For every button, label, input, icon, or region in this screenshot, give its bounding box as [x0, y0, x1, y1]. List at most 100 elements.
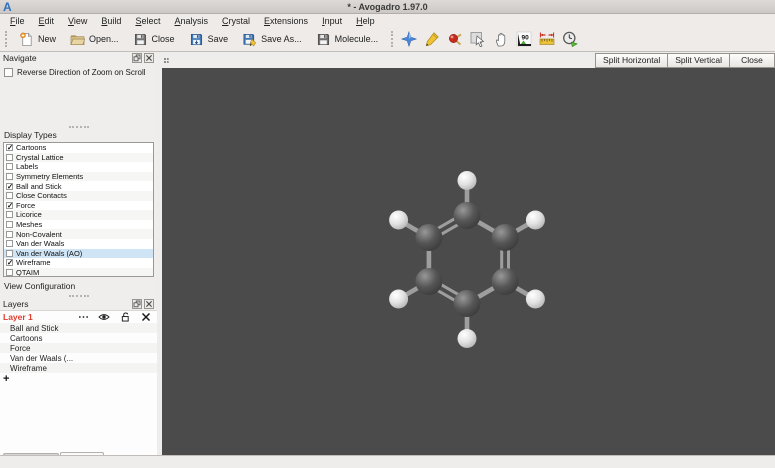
display-type-checkbox[interactable] — [6, 211, 13, 219]
menu-help[interactable]: Help — [349, 15, 382, 27]
display-type-checkbox[interactable] — [6, 269, 13, 276]
display-type-checkbox[interactable]: ✓ — [6, 182, 13, 190]
display-type-checkbox[interactable] — [6, 221, 13, 229]
display-type-van-der-waals-ao[interactable]: Van der Waals (AO) — [4, 248, 153, 259]
display-type-checkbox[interactable] — [6, 173, 13, 181]
toolbar-drag-handle[interactable] — [5, 31, 9, 47]
display-type-checkbox[interactable]: ✓ — [6, 202, 13, 209]
display-type-wireframe[interactable]: ✓ Wireframe — [4, 258, 153, 268]
display-type-checkbox[interactable] — [6, 192, 13, 200]
display-type-qtaim[interactable]: QTAIM — [4, 267, 153, 277]
select-tool-button[interactable] — [467, 29, 489, 50]
align-tool-icon — [539, 31, 555, 47]
layer-visibility-button[interactable] — [98, 312, 110, 322]
manipulate-tool-button[interactable] — [490, 29, 512, 50]
split-vertical-button[interactable]: Split Vertical — [667, 52, 729, 68]
carbon-atom — [415, 268, 443, 295]
button-label: Save — [207, 34, 229, 44]
animation-tool-button[interactable] — [559, 29, 581, 50]
display-type-close-contacts[interactable]: Close Contacts — [4, 190, 153, 201]
layer-item-cartoons[interactable]: Cartoons — [0, 333, 157, 343]
menu-select[interactable]: Select — [128, 15, 167, 27]
layer-item-van-der-waals[interactable]: Van der Waals (... — [0, 353, 157, 363]
display-type-checkbox[interactable] — [6, 163, 13, 171]
display-type-crystal-lattice[interactable]: Crystal Lattice — [4, 152, 153, 163]
hydrogen-atom — [389, 210, 409, 230]
menu-edit[interactable]: Edit — [32, 15, 62, 27]
menu-input[interactable]: Input — [315, 15, 349, 27]
display-type-checkbox[interactable]: ✓ — [6, 144, 13, 152]
display-type-label: Meshes — [16, 220, 43, 230]
display-type-label: Wireframe — [16, 258, 51, 268]
display-type-non-covalent[interactable]: Non-Covalent — [4, 229, 153, 239]
layer-remove-button[interactable] — [140, 312, 152, 322]
save-as-button[interactable]: Save As... — [235, 29, 309, 50]
window-titlebar[interactable]: A * - Avogadro 1.97.0 — [0, 0, 775, 14]
bond-centric-tool-button[interactable] — [444, 29, 466, 50]
layer-menu-button[interactable] — [77, 312, 89, 322]
layer-item-ball-and-stick[interactable]: Ball and Stick — [0, 323, 157, 333]
display-type-checkbox[interactable] — [6, 240, 13, 248]
display-type-checkbox[interactable] — [6, 249, 13, 257]
new-button[interactable]: New — [12, 29, 63, 50]
benzene-molecule — [389, 171, 545, 348]
display-type-van-der-waals[interactable]: Van der Waals — [4, 239, 153, 249]
split-horizontal-button[interactable]: Split Horizontal — [595, 52, 668, 68]
display-type-label: Force — [16, 200, 36, 210]
layers-close-button[interactable] — [144, 299, 154, 309]
layer-item-force[interactable]: Force — [0, 343, 157, 353]
layer-item-wireframe[interactable]: Wireframe — [0, 363, 157, 373]
animation-tool-icon — [562, 31, 579, 47]
display-type-label: Ball and Stick — [16, 181, 62, 191]
button-label: Save As... — [261, 34, 302, 44]
display-type-meshes[interactable]: Meshes — [4, 220, 153, 230]
align-tool-button[interactable] — [536, 29, 558, 50]
draw-tool-button[interactable] — [421, 29, 443, 50]
viewport-toolbar: Split Horizontal Split Vertical Close — [157, 52, 775, 68]
hydrogen-atom — [525, 289, 545, 309]
menu-build[interactable]: Build — [94, 15, 128, 27]
layer-name[interactable]: Layer 1 — [3, 312, 55, 322]
display-type-label: Symmetry Elements — [16, 172, 84, 182]
navigate-close-button[interactable] — [144, 53, 154, 63]
display-type-cartoons[interactable]: ✓ Cartoons — [4, 143, 153, 153]
display-type-ball-and-stick[interactable]: ✓ Ball and Stick — [4, 181, 153, 191]
add-layer-button[interactable]: + — [0, 373, 157, 385]
measure-tool-button[interactable]: 90 — [513, 29, 535, 50]
navigate-undock-button[interactable] — [132, 53, 142, 63]
display-type-label: QTAIM — [16, 268, 40, 277]
layers-undock-button[interactable] — [132, 299, 142, 309]
display-type-label: Close Contacts — [16, 191, 67, 201]
carbon-atom — [453, 202, 481, 229]
menu-file[interactable]: File — [3, 15, 32, 27]
dock-spacer — [0, 78, 157, 124]
molecule-button[interactable]: Molecule... — [309, 29, 386, 50]
navigate-tool-button[interactable] — [398, 29, 420, 50]
open-button[interactable]: Open... — [63, 29, 126, 50]
gl-viewport[interactable] — [162, 68, 775, 455]
menu-extensions[interactable]: Extensions — [257, 15, 315, 27]
carbon-atom — [491, 224, 519, 251]
display-type-checkbox[interactable]: ✓ — [6, 259, 13, 267]
menu-view[interactable]: View — [61, 15, 94, 27]
viewport-toolbar-handle[interactable] — [164, 57, 169, 63]
view-configuration-label[interactable]: View Configuration — [0, 277, 157, 293]
display-type-checkbox[interactable] — [6, 153, 13, 161]
menu-analysis[interactable]: Analysis — [167, 15, 215, 27]
hydrogen-atom — [457, 171, 477, 190]
reverse-zoom-checkbox[interactable] — [4, 68, 13, 77]
display-type-labels[interactable]: Labels — [4, 162, 153, 172]
reverse-zoom-checkbox-row[interactable]: Reverse Direction of Zoom on Scroll — [0, 64, 157, 78]
navigate-panel-title: Navigate — [3, 53, 37, 63]
display-type-symmetry-elements[interactable]: Symmetry Elements — [4, 171, 153, 182]
layer-row[interactable]: Layer 1 — [0, 311, 157, 323]
manipulate-tool-icon — [493, 31, 509, 47]
menu-crystal[interactable]: Crystal — [215, 15, 257, 27]
close-button[interactable]: Close — [126, 29, 182, 50]
display-type-licorice[interactable]: Licorice — [4, 210, 153, 220]
close-button[interactable]: Close — [729, 52, 775, 68]
layer-lock-button[interactable] — [119, 312, 131, 322]
display-type-checkbox[interactable] — [6, 230, 13, 238]
save-button[interactable]: Save — [182, 29, 236, 50]
display-type-force[interactable]: ✓ Force — [4, 201, 153, 211]
